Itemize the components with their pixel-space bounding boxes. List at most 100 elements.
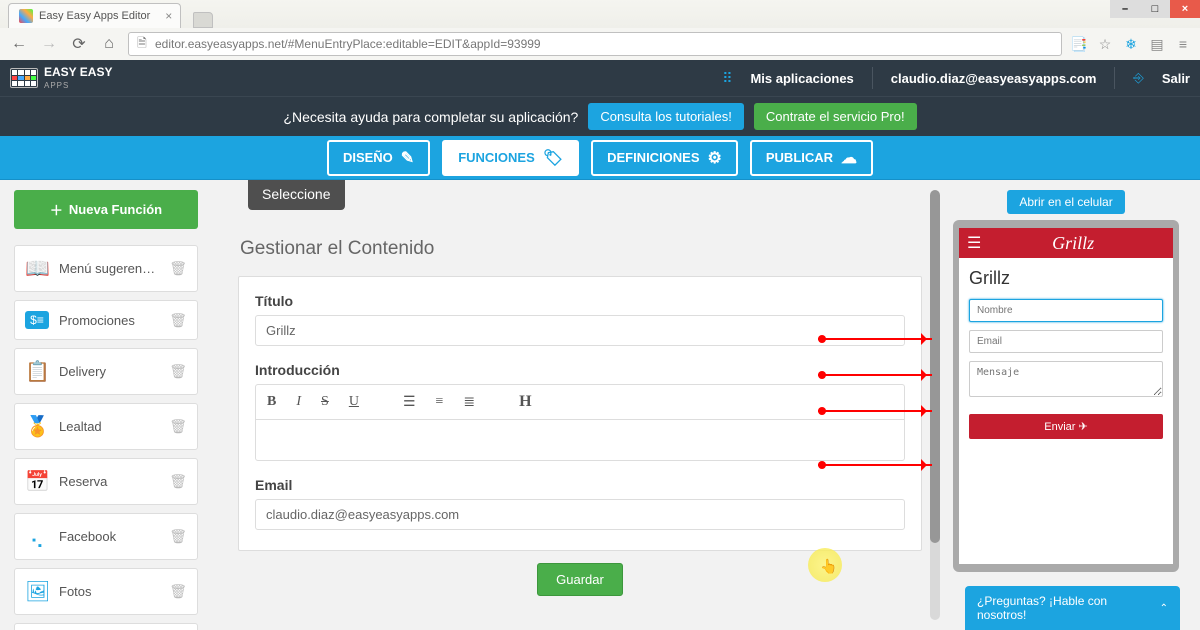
extension2-icon[interactable]: ▤ <box>1148 35 1166 53</box>
logo[interactable]: EASY EASYAPPS <box>10 66 112 90</box>
open-on-phone-button[interactable]: Abrir en el celular <box>1007 190 1124 214</box>
rte-editor[interactable] <box>255 419 905 461</box>
main-nav: DISEÑO✎ FUNCIONES🏷 DEFINICIONES⚙ PUBLICA… <box>0 136 1200 180</box>
titulo-label: Título <box>255 293 905 309</box>
save-button[interactable]: Guardar <box>537 563 623 596</box>
help-banner: ¿Necesita ayuda para completar su aplica… <box>0 96 1200 136</box>
phone-email-input[interactable] <box>969 330 1163 353</box>
sidebar-item-promociones[interactable]: $≡Promociones🗑 <box>14 300 198 340</box>
phone-frame: ☰ Grillz Grillz Enviar ✈ <box>953 220 1179 572</box>
italic-button[interactable]: I <box>293 392 304 412</box>
sidebar-item-lealtad[interactable]: 🏅Lealtad🗑 <box>14 403 198 450</box>
dollar-list-icon: $≡ <box>25 311 49 329</box>
ordered-list-button[interactable]: ≡ <box>433 392 447 412</box>
main-editor: Seleccione Gestionar el Contenido Título… <box>210 180 940 630</box>
unordered-list-button[interactable]: ☰ <box>400 392 419 413</box>
plus-icon: ＋ <box>50 200 63 219</box>
sidebar-item-reserva[interactable]: 📅Reserva🗑 <box>14 458 198 505</box>
tab-close-icon[interactable]: × <box>165 9 172 23</box>
back-icon[interactable]: ← <box>8 33 30 55</box>
window-close-button[interactable]: × <box>1170 0 1200 18</box>
divider <box>1114 67 1115 89</box>
email-input[interactable] <box>255 499 905 530</box>
heading-button[interactable]: H <box>516 391 534 413</box>
trash-icon[interactable]: 🗑 <box>169 473 187 490</box>
bookmark-button-icon[interactable]: 📑 <box>1070 35 1088 53</box>
sidebar-item-menu[interactable]: 📖Menú sugerenci...🗑 <box>14 245 198 292</box>
trash-icon[interactable]: 🗑 <box>169 528 187 545</box>
user-email[interactable]: claudio.diaz@easyeasyapps.com <box>891 71 1097 86</box>
logout-icon: ⎆ <box>1133 70 1143 86</box>
tab-title: Easy Easy Apps Editor <box>39 10 150 22</box>
share-icon: ⢄ <box>25 524 49 549</box>
reload-icon[interactable]: ⟳ <box>68 33 90 55</box>
my-apps-link[interactable]: Mis aplicaciones <box>750 71 853 86</box>
phone-send-button[interactable]: Enviar ✈ <box>969 414 1163 439</box>
book-icon: 📖 <box>25 256 49 281</box>
chat-widget[interactable]: ¿Preguntas? ¡Hable con nosotros! ⌃ <box>965 586 1180 630</box>
photos-icon: 🖼 <box>25 579 49 604</box>
window-maximize-button[interactable]: □ <box>1140 0 1170 18</box>
help-question: ¿Necesita ayuda para completar su aplica… <box>283 109 578 125</box>
cursor-icon: 👆 <box>820 558 837 575</box>
address-bar[interactable]: 🗎 editor.easyeasyapps.net/#MenuEntryPlac… <box>128 32 1062 56</box>
sidebar-item-facebook[interactable]: ⢄Facebook🗑 <box>14 513 198 560</box>
underline-button[interactable]: U <box>346 392 362 412</box>
trash-icon[interactable]: 🗑 <box>169 363 187 380</box>
calendar-icon: 📅 <box>25 469 49 494</box>
forward-icon[interactable]: → <box>38 33 60 55</box>
url-text: editor.easyeasyapps.net/#MenuEntryPlace:… <box>155 37 541 51</box>
section-title: Gestionar el Contenido <box>240 238 922 260</box>
logo-text: EASY EASYAPPS <box>44 66 112 90</box>
align-button[interactable]: ≣ <box>460 392 478 413</box>
tab-favicon-icon <box>19 9 33 23</box>
window-minimize-button[interactable]: – <box>1110 0 1140 18</box>
rte-toolbar: B I S U ☰ ≡ ≣ H <box>255 384 905 419</box>
menu-icon[interactable]: ≡ <box>1174 35 1192 53</box>
star-icon[interactable]: ☆ <box>1096 35 1114 53</box>
phone-app-logo: Grillz <box>981 233 1165 254</box>
tag-icon: 🏷 <box>543 148 563 168</box>
annotation-arrow <box>818 410 932 412</box>
phone-header: ☰ Grillz <box>959 228 1173 258</box>
paper-plane-icon: ✈ <box>1079 421 1088 433</box>
sidebar-item-fotos[interactable]: 🖼Fotos🗑 <box>14 568 198 615</box>
sidebar-item-sobre-nosotros[interactable]: OPENSobre Nosotros🗑 <box>14 623 198 630</box>
bold-button[interactable]: B <box>264 392 279 412</box>
nav-publish[interactable]: PUBLICAR☁ <box>750 140 873 176</box>
gear-icon: ⚙ <box>708 148 722 168</box>
logout-link[interactable]: Salir <box>1162 71 1190 86</box>
app-topbar: EASY EASYAPPS ⠿ Mis aplicaciones claudio… <box>0 60 1200 96</box>
titulo-input[interactable] <box>255 315 905 346</box>
hamburger-icon[interactable]: ☰ <box>967 233 981 253</box>
trash-icon[interactable]: 🗑 <box>169 260 187 277</box>
nav-design[interactable]: DISEÑO✎ <box>327 140 430 176</box>
trash-icon[interactable]: 🗑 <box>169 312 187 329</box>
extension-icon[interactable]: ❄ <box>1122 35 1140 53</box>
annotation-arrow <box>818 464 932 466</box>
phone-mensaje-input[interactable] <box>969 361 1163 397</box>
trash-icon[interactable]: 🗑 <box>169 583 187 600</box>
phone-page-title: Grillz <box>969 268 1163 289</box>
strike-button[interactable]: S <box>318 392 332 412</box>
chat-text: ¿Preguntas? ¡Hable con nosotros! <box>977 594 1160 622</box>
email-label: Email <box>255 477 905 493</box>
tutorials-button[interactable]: Consulta los tutoriales! <box>588 103 744 130</box>
page-info-icon: 🗎 <box>135 34 149 55</box>
sidebar-item-delivery[interactable]: 📋Delivery🗑 <box>14 348 198 395</box>
home-icon[interactable]: ⌂ <box>98 33 120 55</box>
nav-definitions[interactable]: DEFINICIONES⚙ <box>591 140 738 176</box>
nav-functions[interactable]: FUNCIONES🏷 <box>442 140 579 176</box>
browser-tab[interactable]: Easy Easy Apps Editor × <box>8 3 181 28</box>
trash-icon[interactable]: 🗑 <box>169 418 187 435</box>
logo-icon <box>10 68 38 88</box>
seleccione-tab[interactable]: Seleccione <box>248 180 345 210</box>
introduccion-label: Introducción <box>255 362 905 378</box>
pro-service-button[interactable]: Contrate el servicio Pro! <box>754 103 917 130</box>
new-function-button[interactable]: ＋ Nueva Función <box>14 190 198 229</box>
annotation-arrow <box>818 338 932 340</box>
sidebar: ＋ Nueva Función 📖Menú sugerenci...🗑 $≡Pr… <box>0 180 210 630</box>
phone-nombre-input[interactable] <box>969 299 1163 322</box>
divider <box>872 67 873 89</box>
new-tab-button[interactable] <box>193 12 213 28</box>
